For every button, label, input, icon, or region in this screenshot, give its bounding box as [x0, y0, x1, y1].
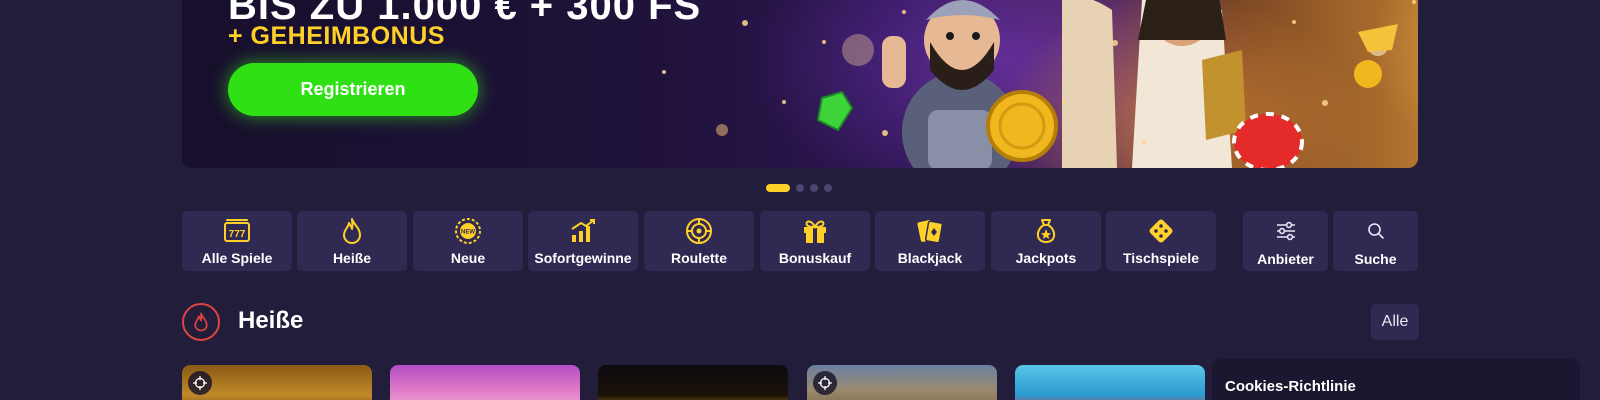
sparkle: [782, 100, 786, 104]
sparkle: [1292, 20, 1296, 24]
category-label: Neue: [450, 250, 486, 266]
category-jackpots[interactable]: Jackpots: [991, 211, 1101, 271]
category-heisse[interactable]: Heiße: [297, 211, 407, 271]
carousel-dot-4[interactable]: [824, 184, 832, 192]
game-card[interactable]: [598, 365, 788, 400]
crosshair-icon: [813, 371, 837, 395]
money-bag-icon: [1031, 217, 1061, 245]
sliders-icon: [1271, 217, 1301, 245]
category-neue[interactable]: NEW Neue: [413, 211, 523, 271]
slot-777-icon: 777: [222, 217, 252, 245]
sparkle: [1112, 40, 1118, 46]
svg-text:NEW: NEW: [461, 230, 475, 236]
bar-chart-icon: [568, 217, 598, 245]
cards-icon: [915, 217, 945, 245]
svg-text:777: 777: [229, 229, 246, 240]
cookie-title: Cookies-Richtlinie: [1225, 378, 1356, 395]
sparkle: [1322, 100, 1328, 106]
new-badge-icon: NEW: [453, 217, 483, 245]
gift-icon: [800, 217, 830, 245]
carousel-dots: [766, 184, 832, 192]
search-icon: [1361, 217, 1391, 245]
sparkle: [662, 70, 666, 74]
category-sofortgewinne[interactable]: Sofortgewinne: [528, 211, 638, 271]
category-roulette[interactable]: Roulette: [644, 211, 754, 271]
section-title: Heiße: [238, 307, 304, 334]
cookie-banner: Cookies-Richtlinie: [1212, 359, 1580, 400]
carousel-dot-2[interactable]: [796, 184, 804, 192]
roulette-icon: [684, 217, 714, 245]
carousel-dot-3[interactable]: [810, 184, 818, 192]
category-label: Jackpots: [1015, 250, 1077, 266]
view-all-button[interactable]: Alle: [1371, 304, 1419, 340]
category-label: Heiße: [332, 250, 372, 266]
flame-icon: [337, 217, 367, 245]
category-alle-spiele[interactable]: 777 Alle Spiele: [182, 211, 292, 271]
sparkle: [1062, 100, 1066, 104]
category-bonuskauf[interactable]: Bonuskauf: [760, 211, 870, 271]
game-card[interactable]: [1015, 365, 1205, 400]
providers-label: Anbieter: [1257, 251, 1314, 267]
category-label: Roulette: [671, 250, 727, 266]
game-card[interactable]: [807, 365, 997, 400]
sparkle: [902, 10, 906, 14]
providers-button[interactable]: Anbieter: [1243, 211, 1328, 271]
game-card[interactable]: [182, 365, 372, 400]
hero-subline: + GEHEIMBONUS: [228, 22, 445, 50]
hero-banner[interactable]: BIS ZU 1.000 € + 300 FS + GEHEIMBONUS Re…: [182, 0, 1418, 168]
category-blackjack[interactable]: Blackjack: [875, 211, 985, 271]
sparkle: [882, 130, 888, 136]
carousel-dot-1[interactable]: [766, 184, 790, 192]
category-tischspiele[interactable]: Tischspiele: [1106, 211, 1216, 271]
dice-icon: [1146, 217, 1176, 245]
category-label: Bonuskauf: [778, 250, 852, 266]
sparkle: [1412, 0, 1416, 4]
search-label: Suche: [1354, 251, 1397, 267]
game-card[interactable]: [390, 365, 580, 400]
register-button[interactable]: Registrieren: [228, 63, 478, 116]
category-label: Blackjack: [897, 250, 963, 266]
category-label: Tischspiele: [1122, 250, 1199, 266]
crosshair-icon: [188, 371, 212, 395]
sparkle: [1142, 140, 1146, 144]
category-label: Sofortgewinne: [534, 250, 632, 266]
search-button[interactable]: Suche: [1333, 211, 1418, 271]
section-flame-icon: [182, 303, 220, 341]
sparkle: [742, 20, 748, 26]
category-label: Alle Spiele: [201, 250, 273, 266]
sparkle: [822, 40, 826, 44]
